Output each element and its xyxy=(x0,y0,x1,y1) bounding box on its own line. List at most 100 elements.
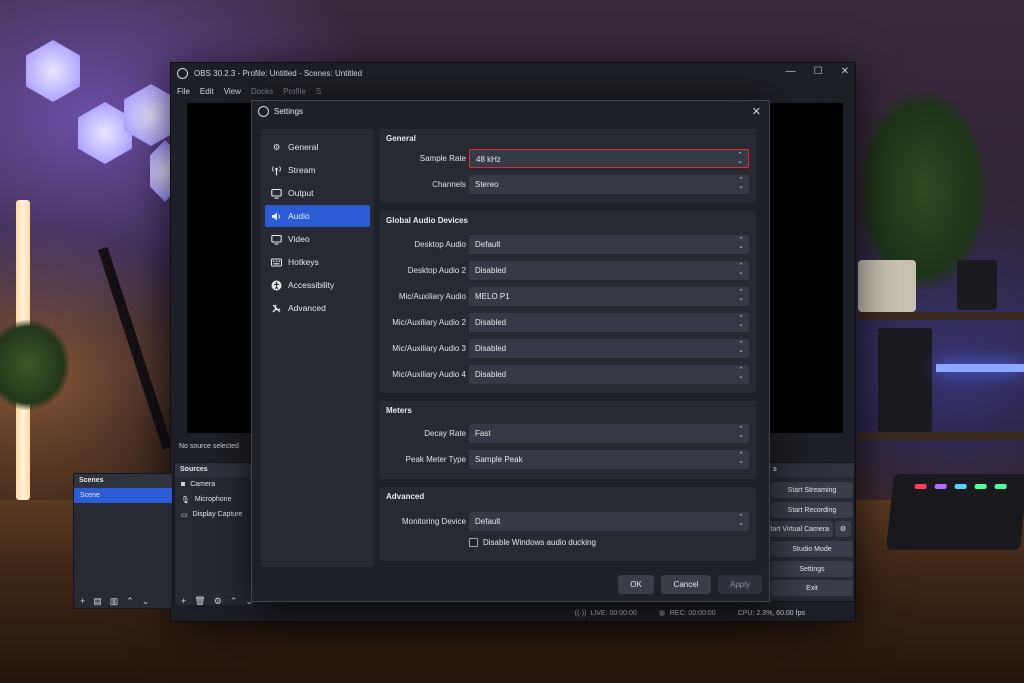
updown-chevron-icon: ⌃ ⌄ xyxy=(738,341,744,354)
menu-profile[interactable]: Profile xyxy=(283,87,306,96)
scenes-dock: Scenes Scene + ▤ ▥ ⌃ ⌄ xyxy=(73,473,173,609)
general-group: General Sample Rate 48 kHz ⌃ ⌄ Channels S… xyxy=(379,129,756,203)
dialog-title: Settings xyxy=(274,106,303,116)
cancel-button[interactable]: Cancel xyxy=(661,575,711,594)
list-icon[interactable]: ▥ xyxy=(110,596,119,607)
nav-item-audio[interactable]: Audio xyxy=(265,205,370,227)
plant-left xyxy=(0,320,70,410)
window-title: OBS 30.2.3 - Profile: Untitled - Scenes:… xyxy=(194,68,363,78)
global-audio-group: Global Audio Devices Desktop Audio Defau… xyxy=(379,211,756,393)
close-icon[interactable]: ✕ xyxy=(841,66,849,77)
ducking-checkbox[interactable] xyxy=(469,537,478,547)
window-controls: — ☐ ✕ xyxy=(786,66,849,77)
live-status: ((·)) LIVE: 00:00:00 xyxy=(574,609,637,617)
sources-dock: Sources ◙ Camera 🎙 Microphone ▭ Display … xyxy=(174,462,256,609)
antenna-icon xyxy=(271,165,282,176)
audio-mixer xyxy=(886,474,1024,550)
speaker-icon xyxy=(271,211,282,222)
sample-rate-label: Sample Rate xyxy=(419,154,466,163)
updown-chevron-icon: ⌃ ⌄ xyxy=(738,177,744,190)
move-down-icon[interactable]: ⌄ xyxy=(142,596,150,607)
ok-button[interactable]: OK xyxy=(618,575,654,594)
scene-item[interactable]: Scene xyxy=(74,488,172,503)
nav-label: Hotkeys xyxy=(288,257,319,267)
filter-icon[interactable]: ▤ xyxy=(93,596,102,607)
nav-item-hotkeys[interactable]: Hotkeys xyxy=(265,251,370,273)
desktop-audio-2-row: Desktop Audio 2 Disabled ⌃ ⌄ xyxy=(379,261,756,280)
sample-rate-row: Sample Rate 48 kHz ⌃ ⌄ xyxy=(379,149,756,168)
desktop-audio-select[interactable]: Default ⌃ ⌄ xyxy=(469,235,749,254)
menu-view[interactable]: View xyxy=(224,87,241,96)
obs-logo-icon xyxy=(258,105,269,117)
source-item[interactable]: ▭ Display Capture xyxy=(175,507,255,522)
menu-file[interactable]: File xyxy=(177,87,190,96)
row-label: Mic/Auxiliary Audio 2 xyxy=(392,318,466,327)
peak-meter-type-select[interactable]: Sample Peak ⌃ ⌄ xyxy=(469,450,749,469)
channels-label: Channels xyxy=(432,180,466,189)
row-label: Mic/Auxiliary Audio 4 xyxy=(392,370,466,379)
mic-aux-audio-4-row: Mic/Auxiliary Audio 4 Disabled ⌃ ⌄ xyxy=(379,365,756,384)
nav-item-general[interactable]: ⚙ General xyxy=(265,136,370,158)
studio-mode-button[interactable]: Studio Mode xyxy=(771,541,853,557)
close-icon[interactable]: ✕ xyxy=(752,105,761,118)
menu-scene-collection[interactable]: S xyxy=(316,87,321,96)
exit-button[interactable]: Exit xyxy=(771,580,853,596)
decay-rate-select[interactable]: Fast ⌃ ⌄ xyxy=(469,424,749,443)
updown-chevron-icon: ⌃ ⌄ xyxy=(738,263,744,276)
mic-aux-audio-3-select[interactable]: Disabled ⌃ ⌄ xyxy=(469,339,749,358)
advanced-group: Advanced Monitoring Device Default ⌃ ⌄ Dis… xyxy=(379,487,756,561)
sample-rate-select[interactable]: 48 kHz ⌃ ⌄ xyxy=(469,149,749,168)
plant-pot xyxy=(858,260,916,312)
updown-chevron-icon: ⌃ ⌄ xyxy=(737,152,743,165)
source-label: Camera xyxy=(190,481,216,488)
start-recording-button[interactable]: Start Recording xyxy=(771,502,853,518)
row-label: Monitoring Device xyxy=(401,517,466,526)
monitoring-device-select[interactable]: Default ⌃ ⌄ xyxy=(469,512,749,531)
monitor-icon xyxy=(271,234,282,245)
accessibility-icon xyxy=(271,280,282,291)
nav-item-video[interactable]: Video xyxy=(265,228,370,250)
mic-aux-audio-select[interactable]: MELO P1 ⌃ ⌄ xyxy=(469,287,749,306)
nav-item-stream[interactable]: Stream xyxy=(265,159,370,181)
mic-aux-audio-2-select[interactable]: Disabled ⌃ ⌄ xyxy=(469,313,749,332)
start-virtual-camera-button[interactable]: tart Virtual Camera xyxy=(767,521,833,537)
desktop-audio-2-select[interactable]: Disabled ⌃ ⌄ xyxy=(469,261,749,280)
menu-bar: File Edit View Docks Profile S xyxy=(171,83,855,99)
peak-meter-type-row: Peak Meter Type Sample Peak ⌃ ⌄ xyxy=(379,450,756,469)
settings-dialog: Settings ✕ ⚙ General Stream Output Audio xyxy=(251,100,770,602)
minimize-icon[interactable]: — xyxy=(786,66,796,77)
nav-item-advanced[interactable]: Advanced xyxy=(265,297,370,319)
source-item[interactable]: ◙ Camera xyxy=(175,477,255,492)
apply-button[interactable]: Apply xyxy=(718,575,762,594)
menu-docks[interactable]: Docks xyxy=(251,87,273,96)
title-bar: OBS 30.2.3 - Profile: Untitled - Scenes:… xyxy=(171,63,855,83)
channels-select[interactable]: Stereo ⌃ ⌄ xyxy=(469,175,749,194)
output-monitor-icon xyxy=(271,188,282,199)
maximize-icon[interactable]: ☐ xyxy=(814,66,823,77)
virtual-camera-settings-icon[interactable]: ⚙ xyxy=(835,521,851,537)
settings-nav: ⚙ General Stream Output Audio Video Hotk… xyxy=(261,129,374,567)
nav-item-accessibility[interactable]: Accessibility xyxy=(265,274,370,296)
ducking-checkbox-row[interactable]: Disable Windows audio ducking xyxy=(469,536,596,548)
updown-chevron-icon: ⌃ ⌄ xyxy=(738,237,744,250)
desktop-audio-row: Desktop Audio Default ⌃ ⌄ xyxy=(379,235,756,254)
settings-button[interactable]: Settings xyxy=(771,561,853,577)
mic-aux-audio-row: Mic/Auxiliary Audio MELO P1 ⌃ ⌄ xyxy=(379,287,756,306)
menu-edit[interactable]: Edit xyxy=(200,87,214,96)
row-label: Mic/Auxiliary Audio 3 xyxy=(392,344,466,353)
signal-icon: ((·)) xyxy=(574,609,587,617)
nav-label: Output xyxy=(288,188,314,198)
gear-icon: ⚙ xyxy=(272,141,281,152)
row-label: Mic/Auxiliary Audio xyxy=(398,292,466,301)
nav-label: Audio xyxy=(288,211,310,221)
move-up-icon[interactable]: ⌃ xyxy=(126,596,134,607)
nav-item-output[interactable]: Output xyxy=(265,182,370,204)
channels-row: Channels Stereo ⌃ ⌄ xyxy=(379,175,756,194)
mic-aux-audio-4-select[interactable]: Disabled ⌃ ⌄ xyxy=(469,365,749,384)
hexagon-light xyxy=(26,40,80,102)
start-streaming-button[interactable]: Start Streaming xyxy=(771,482,853,498)
nav-label: General xyxy=(288,142,319,152)
sources-header: Sources xyxy=(175,463,255,477)
add-icon[interactable]: + xyxy=(80,596,85,606)
source-item[interactable]: 🎙 Microphone xyxy=(175,492,255,507)
